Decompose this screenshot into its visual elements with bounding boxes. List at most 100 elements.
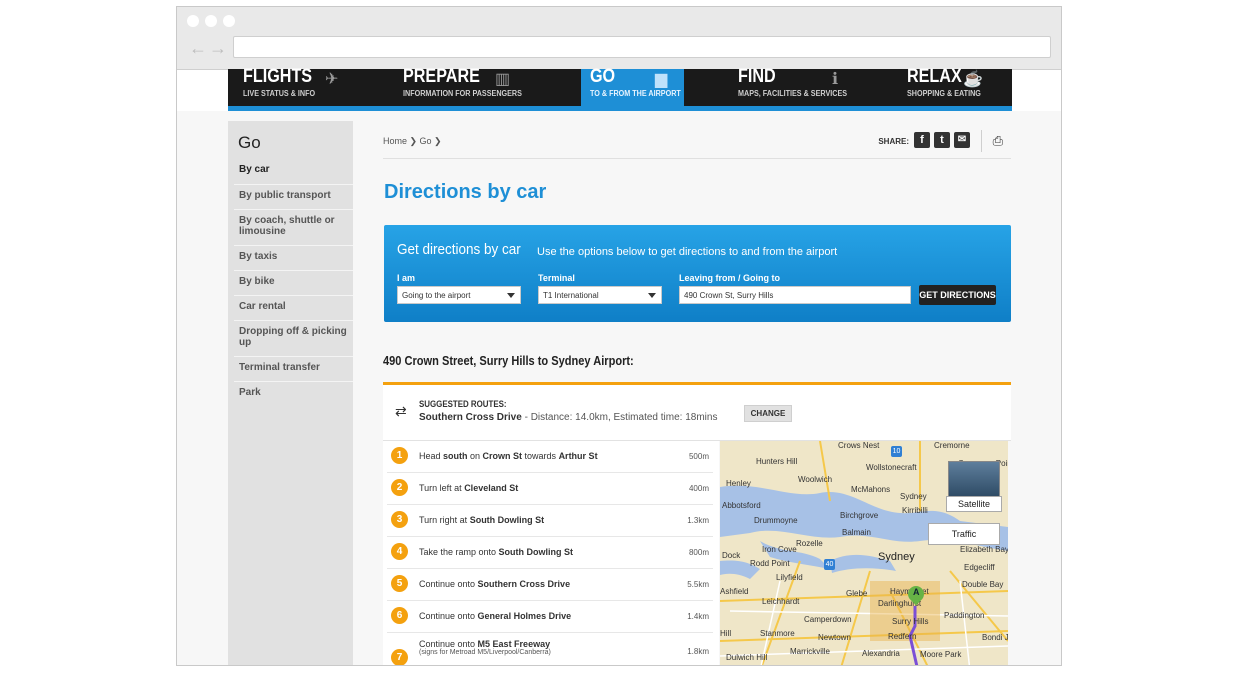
traffic-button[interactable]: Traffic <box>928 523 1000 545</box>
sidebar-item-bike[interactable]: By bike <box>234 270 353 295</box>
step-text-part: Continue onto <box>419 579 478 589</box>
step-text-bold: Arthur St <box>558 451 598 461</box>
map-label: Drummoyne <box>754 516 798 525</box>
nav-subtitle: TO & FROM THE AIRPORT <box>590 89 681 98</box>
twitter-icon[interactable]: t <box>934 132 950 148</box>
sidebar-item-public-transport[interactable]: By public transport <box>234 184 353 209</box>
swap-icon: ⇄ <box>395 403 407 419</box>
window-close-dot[interactable] <box>187 15 199 27</box>
map-label: Kirribilli <box>902 506 928 515</box>
step-text-bold: Crown St <box>482 451 523 461</box>
sidebar: Go By car By public transport By coach, … <box>228 121 353 665</box>
nav-flights[interactable]: FLIGHTS ✈ LIVE STATUS & INFO <box>243 66 373 106</box>
window-minimize-dot[interactable] <box>205 15 217 27</box>
step-text-bold: South Dowling St <box>469 515 545 525</box>
terminal-select[interactable]: T1 International <box>538 286 662 304</box>
step-distance: 1.4km <box>687 612 709 621</box>
step-text-part: Continue onto <box>419 611 478 621</box>
step-row: 5 Continue onto Southern Cross Drive 5.5… <box>387 569 713 601</box>
forward-arrow-icon[interactable]: → <box>209 39 227 57</box>
window-maximize-dot[interactable] <box>223 15 235 27</box>
step-subtext: (signs for Metroad M5/Liverpool/Canberra… <box>419 649 551 656</box>
map-label: Moore Park <box>920 650 962 659</box>
sidebar-item-car-rental[interactable]: Car rental <box>234 295 353 320</box>
sidebar-item-by-car[interactable]: By car <box>234 159 353 175</box>
route-detail: - Distance: 14.0km, Estimated time: 18mi… <box>521 412 718 423</box>
route-map[interactable]: 10 40 Crows Nest Cremorne Hunters Hill W… <box>720 441 1008 665</box>
map-label: Newtown <box>818 633 851 642</box>
map-label: Double Bay <box>962 580 1004 589</box>
printer-icon[interactable]: ⎙ <box>993 133 1003 149</box>
nav-go[interactable]: GO ▆ TO & FROM THE AIRPORT <box>581 66 684 106</box>
satellite-button[interactable]: Satellite <box>946 496 1002 512</box>
step-text-part: towards <box>522 451 559 461</box>
coffee-icon: ☕ <box>963 71 983 88</box>
step-text-bold: M5 East Freeway <box>477 639 551 649</box>
map-label: Woolwich <box>798 475 833 484</box>
sidebar-item-taxis[interactable]: By taxis <box>234 245 353 270</box>
route-title: 490 Crown Street, Surry Hills to Sydney … <box>383 353 634 368</box>
map-label: Sydney <box>900 492 927 501</box>
main-content: Home ❯ Go ❯ SHARE: f t ✉ ⎙ Directions by… <box>383 121 1011 665</box>
route-name: Southern Cross Drive <box>419 412 522 423</box>
step-distance: 1.3km <box>687 516 709 525</box>
map-label: Wollstonecraft <box>866 463 917 472</box>
share-divider <box>981 130 982 152</box>
map-label: Lilyfield <box>776 573 803 582</box>
directions-heading: Get directions by car <box>397 241 521 258</box>
step-text-bold: General Holmes Drive <box>477 611 572 621</box>
step-number: 7 <box>391 649 408 665</box>
direction-select[interactable]: Going to the airport <box>397 286 521 304</box>
page-title: Directions by car <box>384 181 547 203</box>
nav-relax[interactable]: RELAX ☕ SHOPPING & EATING <box>907 66 1007 106</box>
map-label: Birchgrove <box>840 511 879 520</box>
satellite-thumbnail[interactable] <box>948 461 1000 497</box>
route-line: Southern Cross Drive - Distance: 14.0km,… <box>419 412 717 423</box>
breadcrumb[interactable]: Home ❯ Go ❯ <box>383 136 442 147</box>
map-label: Hunters Hill <box>756 457 798 466</box>
nav-prepare[interactable]: PREPARE ▥ INFORMATION FOR PASSENGERS <box>403 66 553 106</box>
email-icon[interactable]: ✉ <box>954 132 970 148</box>
step-text-bold: south <box>443 451 468 461</box>
get-directions-button[interactable]: GET DIRECTIONS <box>919 285 996 305</box>
step-number: 3 <box>391 511 408 528</box>
step-text-part: Continue onto <box>419 639 478 649</box>
step-text-part: on <box>467 451 483 461</box>
sidebar-item-coach[interactable]: By coach, shuttle or limousine <box>234 209 353 245</box>
map-label: Marrickville <box>790 647 830 656</box>
step-number: 6 <box>391 607 408 624</box>
step-distance: 400m <box>688 484 709 493</box>
map-label: Redfern <box>888 632 917 641</box>
step-row: 6 Continue onto General Holmes Drive 1.4… <box>387 601 713 633</box>
map-label: Rozelle <box>796 539 823 548</box>
sidebar-item-dropping-off[interactable]: Dropping off & picking up <box>234 320 353 356</box>
terminal-label: Terminal <box>538 273 575 283</box>
map-label: Glebe <box>846 589 868 598</box>
map-label: McMahons <box>851 485 891 494</box>
map-label: Dulwich Hill <box>726 653 768 662</box>
sidebar-item-terminal-transfer[interactable]: Terminal transfer <box>234 356 353 381</box>
location-input[interactable]: 490 Crown St, Surry Hills <box>679 286 911 304</box>
address-bar[interactable] <box>233 36 1051 58</box>
step-distance: 1.8km <box>687 647 709 656</box>
nav-find[interactable]: FIND ℹ MAPS, FACILITIES & SERVICES <box>738 66 868 106</box>
step-row: 3 Turn right at South Dowling St 1.3km <box>387 505 713 537</box>
step-text-part: Head <box>419 451 444 461</box>
page: Go By car By public transport By coach, … <box>177 111 1061 665</box>
route-shield-icon: 10 <box>891 446 902 457</box>
map-label: Hill <box>720 629 732 638</box>
change-route-button[interactable]: CHANGE <box>744 405 792 422</box>
back-arrow-icon[interactable]: ← <box>189 39 207 57</box>
sidebar-item-park[interactable]: Park <box>234 381 353 406</box>
terminal-select-value: T1 International <box>543 291 599 300</box>
map-label: Surry Hills <box>892 617 929 626</box>
facebook-icon[interactable]: f <box>914 132 930 148</box>
nav-subtitle: INFORMATION FOR PASSENGERS <box>403 89 522 98</box>
map-label: Camperdown <box>804 615 852 624</box>
directions-steps: 1 Head south on Crown St towards Arthur … <box>383 441 719 665</box>
nav-subtitle: SHOPPING & EATING <box>907 89 981 98</box>
step-number: 1 <box>391 447 408 464</box>
step-row: 2 Turn left at Cleveland St 400m <box>387 473 713 505</box>
map-label: Cremorne <box>934 441 970 450</box>
direction-select-value: Going to the airport <box>402 291 471 300</box>
